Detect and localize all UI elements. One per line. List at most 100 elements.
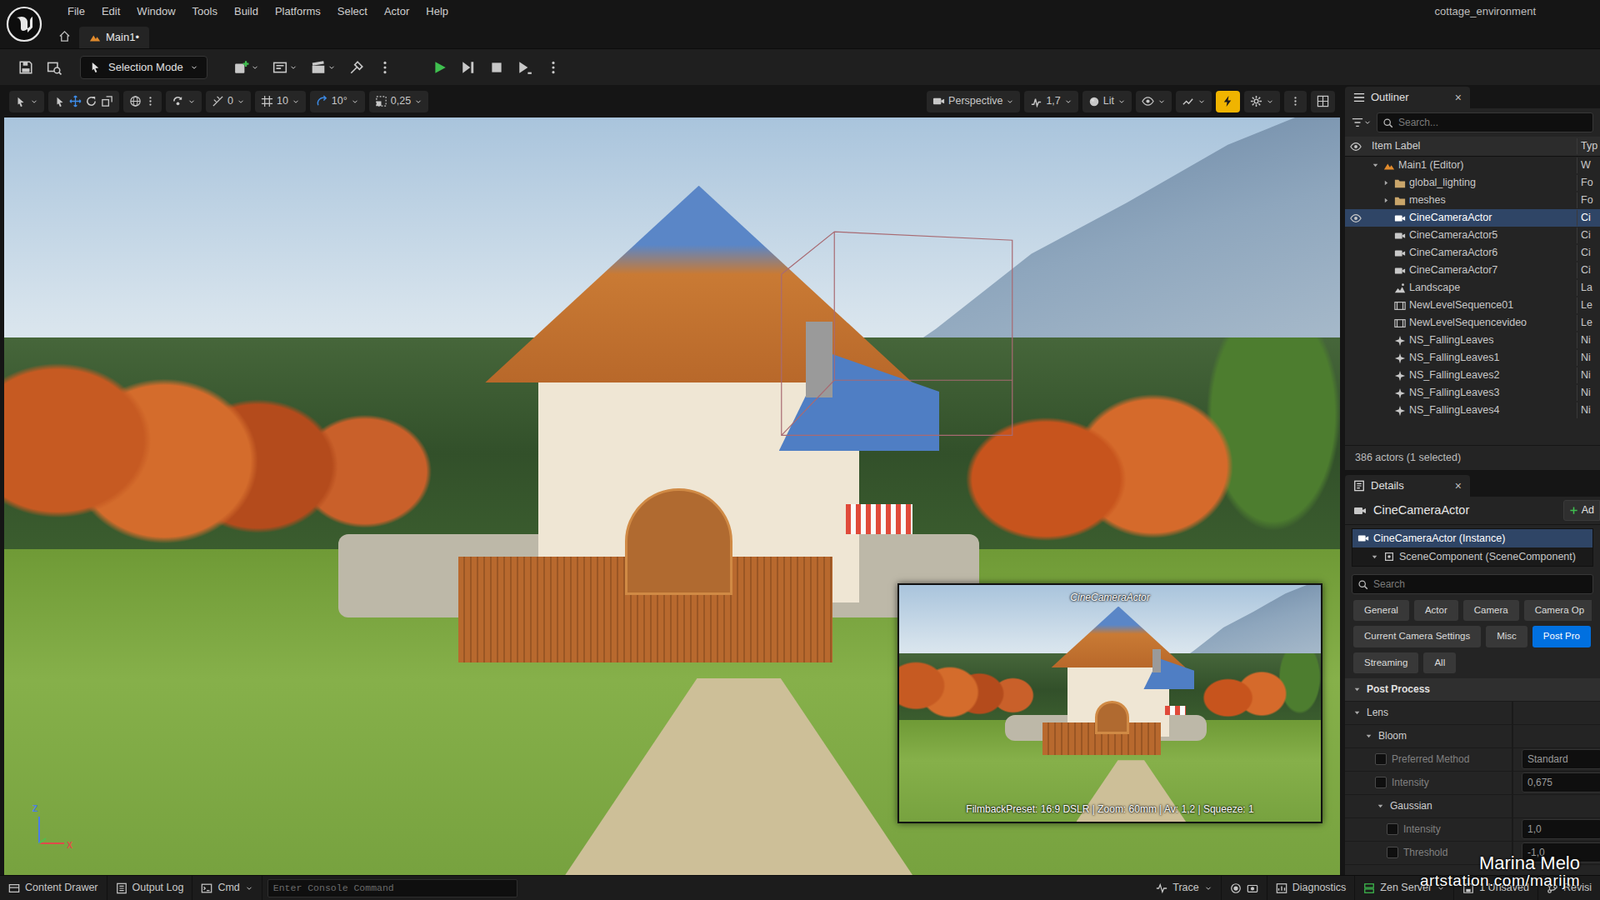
cmd-dropdown[interactable]: Cmd [192, 875, 262, 900]
unsaved-button[interactable]: 1 Unsaved [1454, 875, 1539, 900]
outliner-row[interactable]: NS_FallingLeaves4Ni [1345, 401, 1600, 420]
select-icon[interactable] [54, 95, 66, 108]
outliner-row[interactable]: NS_FallingLeaves1Ni [1345, 349, 1600, 367]
menu-item[interactable]: Edit [93, 0, 129, 24]
camera-preview[interactable]: CineCameraActorFilmbackPreset: 16:9 DSLR… [897, 583, 1323, 824]
view-mode-dropdown[interactable]: Lit [1082, 90, 1132, 113]
expand-arrow-icon[interactable] [1380, 196, 1391, 205]
outliner-row[interactable]: NewLevelSequencevideoLe [1345, 314, 1600, 332]
collapse-arrow-icon[interactable] [1363, 732, 1374, 740]
override-checkbox[interactable] [1386, 823, 1399, 835]
level-tab[interactable]: Main1• [79, 26, 150, 49]
viewport-more-button[interactable] [1284, 90, 1307, 113]
property-row[interactable]: Intensity1,0 [1345, 818, 1600, 842]
realtime-dropdown[interactable] [1175, 90, 1212, 113]
details-tab[interactable]: Details× [1345, 475, 1470, 497]
property-value[interactable]: 0,675 [1521, 772, 1600, 793]
play-options-button[interactable] [540, 56, 566, 79]
scale-icon[interactable] [100, 95, 114, 108]
menu-item[interactable]: File [59, 0, 94, 24]
content-browser-button[interactable] [41, 56, 67, 79]
surface-snap-button[interactable]: 0 [205, 90, 251, 113]
blueprint-button[interactable] [267, 56, 303, 79]
add-actor-button[interactable] [229, 56, 265, 79]
layout-button[interactable] [1310, 90, 1335, 113]
pivot-button[interactable] [165, 90, 202, 113]
actor-name[interactable]: CineCameraActor [1373, 501, 1470, 520]
trace-dropdown[interactable]: Trace [1147, 875, 1222, 900]
menu-item[interactable]: Window [128, 0, 184, 24]
rotate-icon[interactable] [85, 95, 98, 108]
filter-button[interactable] [1351, 116, 1372, 129]
property-row[interactable]: Intensity0,675 [1345, 771, 1600, 795]
transform-tools[interactable] [48, 90, 120, 113]
category-filter-button[interactable]: General [1353, 600, 1410, 621]
level-viewport[interactable]: ZXCineCameraActorFilmbackPreset: 16:9 DS… [4, 117, 1340, 875]
override-checkbox[interactable] [1386, 846, 1399, 859]
menu-item[interactable]: Platforms [266, 0, 330, 24]
outliner-row[interactable]: Main1 (Editor)W [1345, 156, 1600, 175]
console-input[interactable] [268, 880, 517, 895]
category-filter-button[interactable]: Misc [1485, 625, 1528, 647]
property-value[interactable]: Standard [1521, 749, 1600, 770]
revision-control-button[interactable]: Revisi [1538, 875, 1600, 900]
category-filter-button[interactable]: Actor [1414, 600, 1459, 621]
category-filter-button[interactable]: Current Camera Settings [1353, 625, 1481, 647]
category-filter-button[interactable]: Streaming [1353, 652, 1419, 674]
move-icon[interactable] [69, 95, 82, 108]
stop-button[interactable] [484, 56, 510, 79]
group-row[interactable]: Gaussian [1345, 795, 1600, 819]
visibility-cell[interactable] [1345, 212, 1367, 225]
collapse-arrow-icon[interactable] [1370, 161, 1380, 170]
collapse-arrow-icon[interactable] [1375, 802, 1385, 810]
select-tool-button[interactable] [9, 90, 45, 113]
rotation-snap-button[interactable]: 10° [310, 90, 365, 113]
close-button[interactable]: × [1455, 477, 1462, 495]
override-checkbox[interactable] [1375, 776, 1387, 789]
collapse-arrow-icon[interactable] [1351, 685, 1362, 694]
outliner-row[interactable]: CineCameraActor5Ci [1345, 226, 1600, 245]
menu-item[interactable]: Tools [184, 0, 226, 24]
engine-logo[interactable] [0, 0, 49, 49]
property-value[interactable]: -1,0 [1521, 842, 1600, 863]
group-row[interactable]: Lens [1345, 701, 1600, 725]
outliner-row[interactable]: LandscapeLa [1345, 279, 1600, 297]
collapse-arrow-icon[interactable] [1351, 709, 1362, 717]
menu-item[interactable]: Build [225, 0, 267, 24]
group-row[interactable]: Bloom [1345, 725, 1600, 749]
selection-mode-dropdown[interactable]: Selection Mode [80, 55, 208, 80]
expand-arrow-icon[interactable] [1380, 179, 1391, 187]
outliner-row[interactable]: CineCameraActor7Ci [1345, 261, 1600, 280]
category-filter-button[interactable]: All [1423, 652, 1456, 674]
category-row[interactable]: Post Process [1345, 678, 1600, 702]
category-filter-button[interactable]: Post Pro [1532, 625, 1591, 647]
view-type-dropdown[interactable]: Perspective [926, 90, 1020, 113]
camera-speed-dropdown[interactable]: 1,7 [1024, 90, 1078, 113]
property-row[interactable]: Threshold-1,0 [1345, 841, 1600, 865]
details-search-input[interactable] [1373, 575, 1588, 594]
collapse-arrow-icon[interactable] [1369, 553, 1380, 561]
label-column[interactable]: Item Label [1366, 138, 1577, 155]
outliner-row[interactable]: NS_FallingLeaves3Ni [1345, 384, 1600, 402]
property-value[interactable]: 1,0 [1521, 819, 1600, 840]
screenshot-icon[interactable] [1246, 882, 1259, 895]
outliner-row[interactable]: global_lightingFo [1345, 174, 1600, 192]
zen-server-dropdown[interactable]: Zen Server [1355, 875, 1455, 900]
record-icon[interactable] [1230, 882, 1242, 895]
component-row[interactable]: CineCameraActor (Instance) [1352, 529, 1593, 548]
add-component-button[interactable]: Ad [1563, 500, 1600, 521]
category-filter-button[interactable]: Camera [1463, 600, 1520, 621]
coordinate-space-button[interactable] [123, 90, 162, 113]
outliner-tab[interactable]: Outliner× [1345, 86, 1470, 109]
override-checkbox[interactable] [1375, 753, 1387, 765]
camera-frustum[interactable] [776, 227, 1018, 440]
outliner-search-input[interactable] [1398, 113, 1588, 132]
save-button[interactable] [13, 56, 39, 79]
scale-snap-button[interactable]: 0,25 [369, 90, 429, 113]
outliner-row[interactable]: NS_FallingLeaves2Ni [1345, 366, 1600, 385]
type-column[interactable]: Typ [1576, 138, 1600, 155]
close-button[interactable]: × [1455, 89, 1462, 107]
grid-snap-button[interactable]: 10 [255, 90, 306, 113]
outliner-row[interactable]: meshesFo [1345, 191, 1600, 210]
eject-button[interactable] [512, 56, 538, 79]
